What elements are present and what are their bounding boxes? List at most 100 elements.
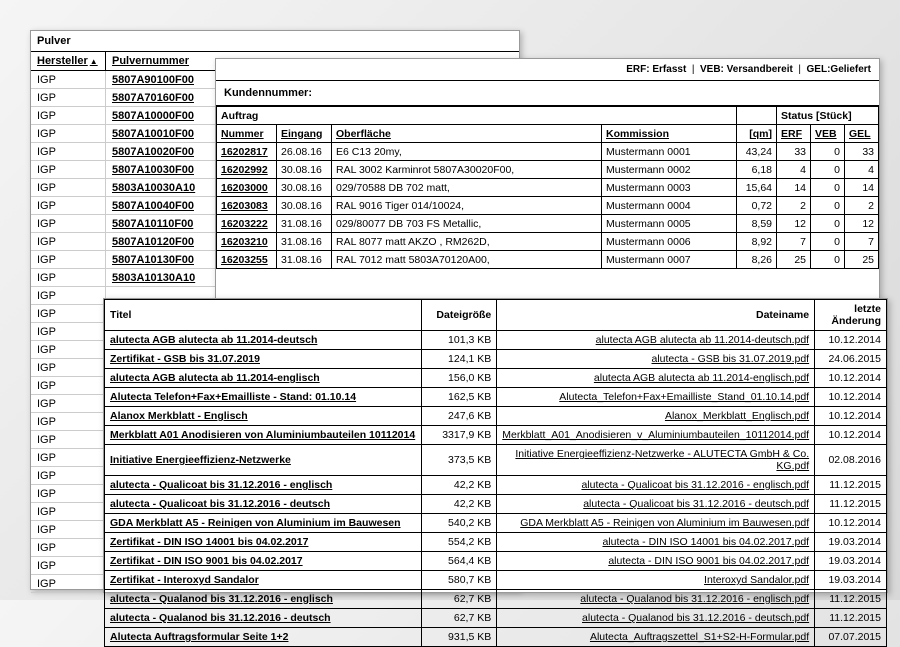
table-row[interactable]: alutecta - Qualanod bis 31.12.2016 - eng…: [105, 590, 887, 609]
col-hersteller[interactable]: Hersteller▲: [31, 52, 106, 70]
table-row[interactable]: Zertifikat - Interoxyd Sandalor580,7 KBI…: [105, 571, 887, 590]
cell-qm: 8,59: [737, 215, 777, 233]
table-row[interactable]: 1620299230.08.16RAL 3002 Karminrot 5807A…: [217, 161, 879, 179]
cell-veb: 0: [811, 251, 845, 269]
cell-gel: 2: [845, 197, 879, 215]
table-row[interactable]: 1620322231.08.16029/80077 DB 703 FS Meta…: [217, 215, 879, 233]
cell-qm: 15,64: [737, 179, 777, 197]
cell-dateiname[interactable]: alutecta AGB alutecta ab 11.2014-englisc…: [497, 369, 815, 388]
cell-nummer[interactable]: 16203210: [217, 233, 277, 251]
cell-dateiname[interactable]: alutecta - Qualicoat bis 31.12.2016 - de…: [497, 495, 815, 514]
cell-titel[interactable]: GDA Merkblatt A5 - Reinigen von Aluminiu…: [105, 514, 422, 533]
cell-nummer[interactable]: 16203083: [217, 197, 277, 215]
table-row[interactable]: Merkblatt A01 Anodisieren von Aluminiumb…: [105, 426, 887, 445]
col-nummer[interactable]: Nummer: [217, 125, 277, 143]
cell-dateiname[interactable]: alutecta - Qualanod bis 31.12.2016 - eng…: [497, 590, 815, 609]
cell-gel: 4: [845, 161, 879, 179]
cell-gel: 25: [845, 251, 879, 269]
cell-nummer[interactable]: 16203000: [217, 179, 277, 197]
cell-dateiname[interactable]: alutecta - DIN ISO 9001 bis 04.02.2017.p…: [497, 552, 815, 571]
table-row[interactable]: Alutecta Auftragsformular Seite 1+2931,5…: [105, 628, 887, 647]
cell-titel[interactable]: alutecta - Qualicoat bis 31.12.2016 - en…: [105, 476, 422, 495]
col-oberflaeche[interactable]: Oberfläche: [332, 125, 602, 143]
table-row[interactable]: GDA Merkblatt A5 - Reinigen von Aluminiu…: [105, 514, 887, 533]
cell-titel[interactable]: alutecta AGB alutecta ab 11.2014-englisc…: [105, 369, 422, 388]
cell-nummer[interactable]: 16202992: [217, 161, 277, 179]
cell-dateiname[interactable]: alutecta AGB alutecta ab 11.2014-deutsch…: [497, 331, 815, 350]
cell-groesse: 580,7 KB: [422, 571, 497, 590]
cell-qm: 8,92: [737, 233, 777, 251]
cell-hersteller: IGP: [31, 305, 106, 322]
col-erf[interactable]: ERF: [777, 125, 811, 143]
cell-titel[interactable]: alutecta - Qualicoat bis 31.12.2016 - de…: [105, 495, 422, 514]
table-row[interactable]: alutecta - Qualicoat bis 31.12.2016 - de…: [105, 495, 887, 514]
table-row[interactable]: Alutecta Telefon+Fax+Emailliste - Stand:…: [105, 388, 887, 407]
cell-groesse: 931,5 KB: [422, 628, 497, 647]
cell-hersteller: IGP: [31, 71, 106, 88]
cell-eingang: 31.08.16: [277, 251, 332, 269]
cell-dateiname[interactable]: alutecta - Qualicoat bis 31.12.2016 - en…: [497, 476, 815, 495]
table-row[interactable]: alutecta - Qualicoat bis 31.12.2016 - en…: [105, 476, 887, 495]
cell-dateiname[interactable]: Alutecta_Telefon+Fax+Emailliste_Stand_01…: [497, 388, 815, 407]
cell-dateiname[interactable]: Alutecta_Auftragszettel_S1+S2-H-Formular…: [497, 628, 815, 647]
table-row[interactable]: alutecta AGB alutecta ab 11.2014-englisc…: [105, 369, 887, 388]
table-row[interactable]: Alanox Merkblatt - Englisch247,6 KBAlano…: [105, 407, 887, 426]
cell-titel[interactable]: alutecta - Qualanod bis 31.12.2016 - deu…: [105, 609, 422, 628]
col-kommission[interactable]: Kommission: [602, 125, 737, 143]
cell-titel[interactable]: Zertifikat - Interoxyd Sandalor: [105, 571, 422, 590]
cell-hersteller: IGP: [31, 521, 106, 538]
col-eingang[interactable]: Eingang: [277, 125, 332, 143]
col-qm[interactable]: [qm]: [737, 125, 777, 143]
cell-titel[interactable]: Zertifikat - DIN ISO 14001 bis 04.02.201…: [105, 533, 422, 552]
cell-oberflaeche: RAL 9016 Tiger 014/10024,: [332, 197, 602, 215]
cell-titel[interactable]: Zertifikat - DIN ISO 9001 bis 04.02.2017: [105, 552, 422, 571]
cell-hersteller: IGP: [31, 107, 106, 124]
cell-dateiname[interactable]: alutecta - Qualanod bis 31.12.2016 - deu…: [497, 609, 815, 628]
cell-titel[interactable]: Initiative Energieeffizienz-Netzwerke: [105, 445, 422, 476]
cell-aenderung: 19.03.2014: [815, 571, 887, 590]
table-row[interactable]: 1620300030.08.16029/70588 DB 702 matt,Mu…: [217, 179, 879, 197]
cell-titel[interactable]: Merkblatt A01 Anodisieren von Aluminiumb…: [105, 426, 422, 445]
cell-hersteller: IGP: [31, 341, 106, 358]
table-row[interactable]: Zertifikat - DIN ISO 14001 bis 04.02.201…: [105, 533, 887, 552]
table-row[interactable]: alutecta - Qualanod bis 31.12.2016 - deu…: [105, 609, 887, 628]
cell-dateiname[interactable]: Merkblatt_A01_Anodisieren_v_Aluminiumbau…: [497, 426, 815, 445]
cell-nummer[interactable]: 16203255: [217, 251, 277, 269]
cell-titel[interactable]: alutecta - Qualanod bis 31.12.2016 - eng…: [105, 590, 422, 609]
cell-dateiname[interactable]: Initiative Energieeffizienz-Netzwerke - …: [497, 445, 815, 476]
table-row[interactable]: Zertifikat - DIN ISO 9001 bis 04.02.2017…: [105, 552, 887, 571]
cell-dateiname[interactable]: Interoxyd Sandalor.pdf: [497, 571, 815, 590]
cell-hersteller: IGP: [31, 233, 106, 250]
cell-titel[interactable]: Zertifikat - GSB bis 31.07.2019: [105, 350, 422, 369]
table-row[interactable]: 1620281726.08.16E6 C13 20my,Mustermann 0…: [217, 143, 879, 161]
cell-erf: 14: [777, 179, 811, 197]
col-titel[interactable]: Titel: [105, 300, 422, 331]
cell-titel[interactable]: Alutecta Auftragsformular Seite 1+2: [105, 628, 422, 647]
cell-titel[interactable]: Alutecta Telefon+Fax+Emailliste - Stand:…: [105, 388, 422, 407]
col-veb[interactable]: VEB: [811, 125, 845, 143]
table-row[interactable]: Initiative Energieeffizienz-Netzwerke373…: [105, 445, 887, 476]
col-aenderung[interactable]: letzte Änderung: [815, 300, 887, 331]
cell-hersteller: IGP: [31, 449, 106, 466]
cell-dateiname[interactable]: alutecta - DIN ISO 14001 bis 04.02.2017.…: [497, 533, 815, 552]
cell-dateiname[interactable]: GDA Merkblatt A5 - Reinigen von Aluminiu…: [497, 514, 815, 533]
table-row[interactable]: Zertifikat - GSB bis 31.07.2019124,1 KBa…: [105, 350, 887, 369]
table-row[interactable]: alutecta AGB alutecta ab 11.2014-deutsch…: [105, 331, 887, 350]
cell-nummer[interactable]: 16202817: [217, 143, 277, 161]
cell-dateiname[interactable]: Alanox_Merkblatt_Englisch.pdf: [497, 407, 815, 426]
cell-kommission: Mustermann 0002: [602, 161, 737, 179]
cell-dateiname[interactable]: alutecta - GSB bis 31.07.2019.pdf: [497, 350, 815, 369]
col-gel[interactable]: GEL: [845, 125, 879, 143]
cell-hersteller: IGP: [31, 179, 106, 196]
cell-nummer[interactable]: 16203222: [217, 215, 277, 233]
cell-gel: 7: [845, 233, 879, 251]
cell-titel[interactable]: alutecta AGB alutecta ab 11.2014-deutsch: [105, 331, 422, 350]
table-row[interactable]: 1620308330.08.16RAL 9016 Tiger 014/10024…: [217, 197, 879, 215]
table-row[interactable]: 1620321031.08.16RAL 8077 matt AKZO , RM2…: [217, 233, 879, 251]
col-groesse[interactable]: Dateigröße: [422, 300, 497, 331]
status-legend: ERF: Erfasst | VEB: Versandbereit | GEL:…: [216, 59, 879, 81]
cell-titel[interactable]: Alanox Merkblatt - Englisch: [105, 407, 422, 426]
col-dateiname[interactable]: Dateiname: [497, 300, 815, 331]
cell-qm: 0,72: [737, 197, 777, 215]
table-row[interactable]: 1620325531.08.16RAL 7012 matt 5803A70120…: [217, 251, 879, 269]
